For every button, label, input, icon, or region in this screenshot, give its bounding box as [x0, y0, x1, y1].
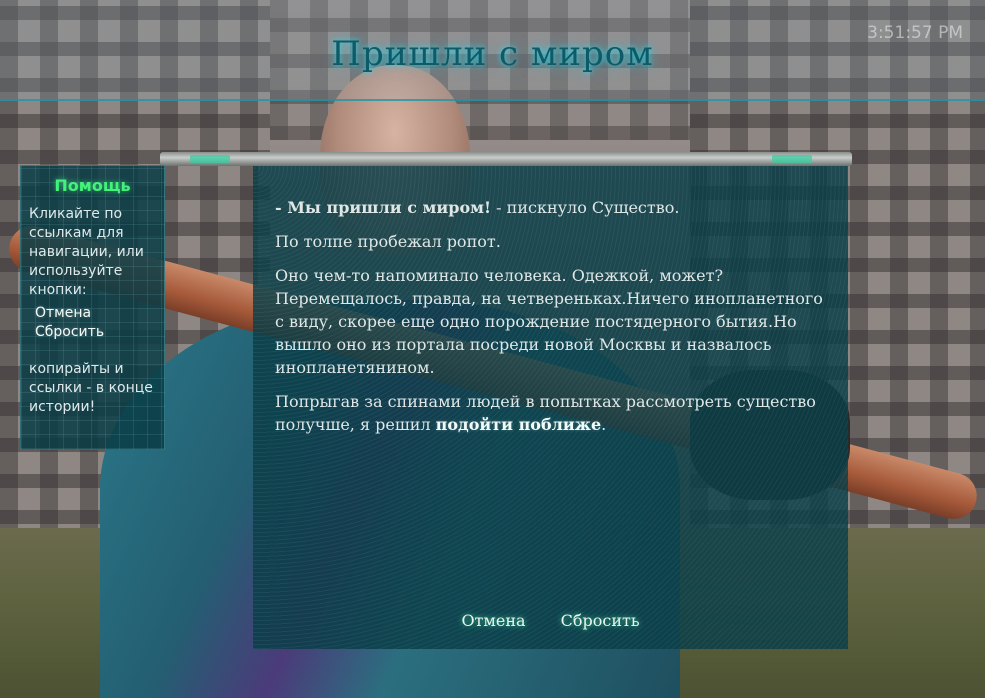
story-speech: - Мы пришли с миром! [275, 198, 492, 217]
panel-actions: Отмена Сбросить [253, 609, 848, 649]
story-paragraph-3: Оно чем-то напоминало человека. Одежкой,… [275, 266, 823, 377]
clock: 3:51:57 PM [867, 23, 963, 43]
sidebar-reset-link[interactable]: Сбросить [35, 323, 156, 342]
sidebar-undo-link[interactable]: Отмена [35, 304, 156, 323]
story-link-approach[interactable]: подойти поближе [436, 415, 601, 434]
undo-button[interactable]: Отмена [461, 609, 525, 632]
help-title: Помощь [54, 176, 131, 195]
help-sidebar: Помощь Кликайте по ссылкам для навигации… [20, 165, 165, 450]
story-paragraph-4: Попрыгав за спинами людей в попытках рас… [275, 390, 826, 436]
reset-button[interactable]: Сбросить [561, 609, 640, 632]
decorative-metal-bar [160, 152, 852, 166]
story-speech-tail: - пискнуло Существо. [491, 198, 680, 217]
help-credits-note: копирайты и ссылки - в конце истории! [29, 361, 153, 415]
story-paragraph-4-end: . [601, 415, 607, 434]
help-intro: Кликайте по ссылкам для навигации, или и… [29, 206, 144, 298]
story-paragraph-2: По толпе пробежал ропот. [275, 232, 501, 251]
story-panel: - Мы пришли с миром! - пискнуло Существо… [253, 166, 848, 649]
story-paragraph-1: - Мы пришли с миром! - пискнуло Существо… [275, 196, 826, 219]
page-title: Пришли с миром [331, 34, 654, 74]
